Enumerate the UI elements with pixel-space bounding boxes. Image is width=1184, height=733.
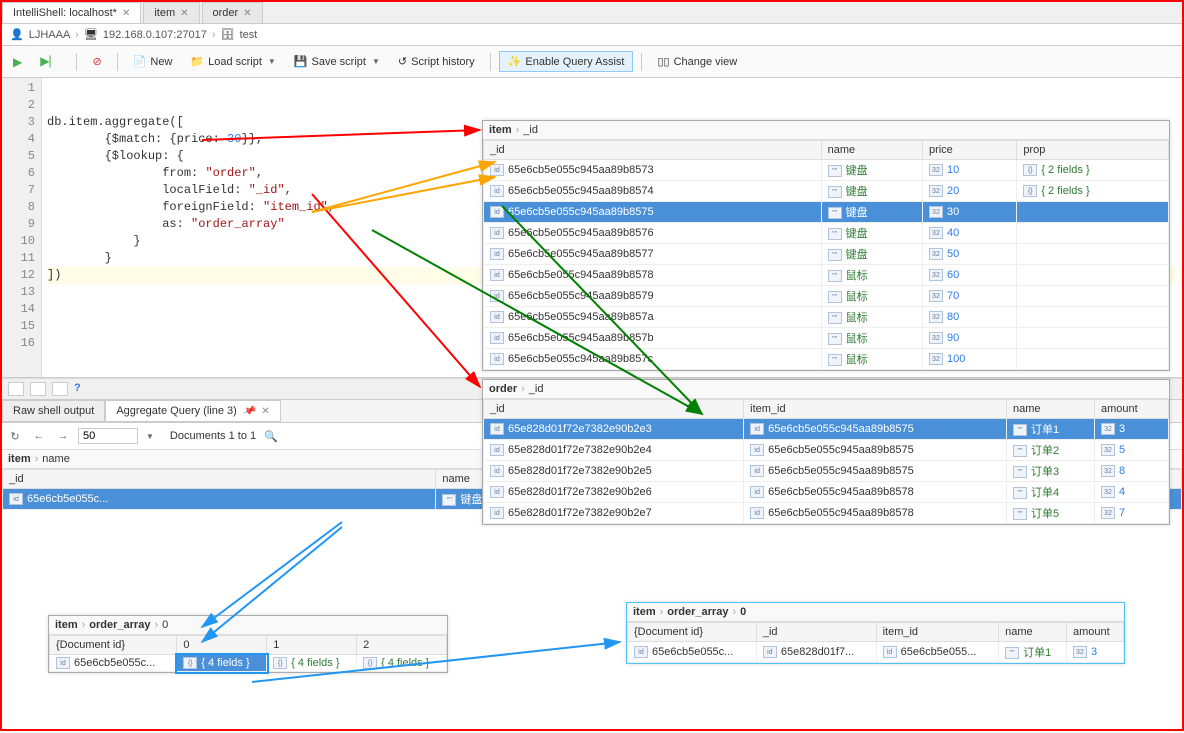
change-view-button[interactable]: ▯▯Change view xyxy=(650,51,744,72)
host-icon: 🖥 xyxy=(84,28,98,41)
table-row[interactable]: id65e6cb5e055c945aa89b8576""键盘3240 xyxy=(484,223,1169,244)
table-row[interactable]: id65e828d01f72e7382e90b2e7id65e6cb5e055c… xyxy=(484,503,1169,524)
history-icon: ↺ xyxy=(398,55,407,68)
stop-button[interactable]: ⊘ xyxy=(85,51,108,72)
close-icon[interactable]: ✕ xyxy=(122,8,130,19)
table-row[interactable]: id65e6cb5e055c945aa89b857c""鼠标32100 xyxy=(484,349,1169,370)
folder-icon: 📁 xyxy=(190,55,204,68)
file-tabs: IntelliShell: localhost*✕ item✕ order✕ xyxy=(2,2,1182,24)
host: 192.168.0.107:27017 xyxy=(103,29,207,41)
table-row[interactable]: id65e828d01f72e7382e90b2e6id65e6cb5e055c… xyxy=(484,482,1169,503)
table-row[interactable]: id65e6cb5e055c945aa89b857a""鼠标3280 xyxy=(484,307,1169,328)
save-icon: 💾 xyxy=(294,55,308,68)
close-icon[interactable]: ✕ xyxy=(243,8,251,19)
order-table: _iditem_idnameamount id65e828d01f72e7382… xyxy=(483,399,1169,524)
table-row[interactable]: id65e6cb5e055c945aa89b857b""鼠标3290 xyxy=(484,328,1169,349)
stop-icon: ⊘ xyxy=(92,55,101,68)
run-step-button[interactable]: ▶⎸ xyxy=(33,50,68,73)
id-icon: id xyxy=(9,493,23,505)
pin-icon[interactable]: 📌 xyxy=(241,404,256,419)
table-row[interactable]: id65e6cb5e055c... id65e828d01f7... id65e… xyxy=(628,642,1124,663)
str-icon: "" xyxy=(1005,647,1019,659)
username: LJHAAA xyxy=(29,29,71,41)
table-row[interactable]: id65e828d01f72e7382e90b2e3id65e6cb5e055c… xyxy=(484,419,1169,440)
str-icon: "" xyxy=(442,494,456,506)
layout-icon: ▯▯ xyxy=(657,55,669,68)
obj-icon: {} xyxy=(273,657,287,669)
id-icon: id xyxy=(634,646,648,658)
panel-order: order›_id _iditem_idnameamount id65e828d… xyxy=(482,379,1170,525)
orderarray-table: {Document id}012 id65e6cb5e055c... {}{ 4… xyxy=(49,635,447,672)
user-icon: 👤 xyxy=(10,28,24,41)
prev-page-icon[interactable]: ← xyxy=(30,427,48,445)
table-row[interactable]: id65e6cb5e055c945aa89b8579""鼠标3270 xyxy=(484,286,1169,307)
doc-count: Documents 1 to 1 xyxy=(170,430,256,442)
play-icon: ▶ xyxy=(13,55,22,69)
id-icon: id xyxy=(56,657,70,669)
view-mode3-icon[interactable] xyxy=(52,382,68,396)
chevron-down-icon[interactable]: ▼ xyxy=(146,432,154,441)
table-row[interactable]: id65e6cb5e055c945aa89b8578""鼠标3260 xyxy=(484,265,1169,286)
table-row[interactable]: id65e828d01f72e7382e90b2e4id65e6cb5e055c… xyxy=(484,440,1169,461)
close-icon[interactable]: ✕ xyxy=(180,8,188,19)
view-mode2-icon[interactable] xyxy=(30,382,46,396)
order-breadcrumb: order›_id xyxy=(483,380,1169,399)
file-icon: 📄 xyxy=(133,55,147,68)
chevron-down-icon: ▼ xyxy=(372,57,380,66)
close-icon[interactable]: ✕ xyxy=(261,406,269,417)
panel-order-array: item›order_array›0 {Document id}012 id65… xyxy=(48,615,448,673)
orderarray-breadcrumb: item›order_array›0 xyxy=(49,616,447,635)
table-row[interactable]: id65e6cb5e055c945aa89b8575""键盘3230 xyxy=(484,202,1169,223)
db-icon: 🗄 xyxy=(221,28,235,41)
tab-aggregate-query[interactable]: Aggregate Query (line 3) 📌✕ xyxy=(105,400,280,422)
table-row[interactable]: id65e6cb5e055c... {}{ 4 fields } {}{ 4 f… xyxy=(50,655,447,672)
connection-breadcrumb: 👤 LJHAAA › 🖥 192.168.0.107:27017 › 🗄 tes… xyxy=(2,24,1182,46)
table-row[interactable]: id65e6cb5e055c945aa89b8573""键盘3210{}{ 2 … xyxy=(484,160,1169,181)
help-icon[interactable]: ? xyxy=(74,382,81,396)
toolbar: ▶ ▶⎸ ⊘ 📄New 📁Load script▼ 💾Save script▼ … xyxy=(2,46,1182,78)
num-icon: 32 xyxy=(1073,646,1087,658)
item-table: _idnamepriceprop id65e6cb5e055c945aa89b8… xyxy=(483,140,1169,370)
panel-item: item›_id _idnamepriceprop id65e6cb5e055c… xyxy=(482,120,1170,371)
table-row[interactable]: id65e828d01f72e7382e90b2e5id65e6cb5e055c… xyxy=(484,461,1169,482)
table-row[interactable]: id65e6cb5e055c945aa89b8577""键盘3250 xyxy=(484,244,1169,265)
script-history-button[interactable]: ↺Script history xyxy=(391,51,482,72)
view-mode-icon[interactable] xyxy=(8,382,24,396)
obj-icon: {} xyxy=(183,657,197,669)
tab-item[interactable]: item✕ xyxy=(143,2,199,23)
orderarray0-table: {Document id}_iditem_idnameamount id65e6… xyxy=(627,622,1124,663)
chevron-down-icon: ▼ xyxy=(268,57,276,66)
search-icon[interactable]: 🔍 xyxy=(262,427,280,445)
run-button[interactable]: ▶ xyxy=(6,51,29,73)
obj-icon: {} xyxy=(363,657,377,669)
wand-icon: ✨ xyxy=(508,55,522,68)
tab-order[interactable]: order✕ xyxy=(202,2,263,23)
id-icon: id xyxy=(763,646,777,658)
refresh-icon[interactable]: ↻ xyxy=(6,427,24,445)
query-assist-button[interactable]: ✨Enable Query Assist xyxy=(499,51,634,72)
item-breadcrumb: item›_id xyxy=(483,121,1169,140)
database: test xyxy=(240,29,258,41)
orderarray0-breadcrumb: item›order_array›0 xyxy=(627,603,1124,622)
new-button[interactable]: 📄New xyxy=(126,51,180,72)
tab-raw-output[interactable]: Raw shell output xyxy=(2,400,105,422)
line-gutter: 12345678910111213141516 xyxy=(2,78,42,377)
limit-input[interactable] xyxy=(78,428,138,444)
table-row[interactable]: id65e6cb5e055c945aa89b8574""键盘3220{}{ 2 … xyxy=(484,181,1169,202)
play-step-icon: ▶⎸ xyxy=(40,54,61,69)
panel-order-array-detail: item›order_array›0 {Document id}_iditem_… xyxy=(626,602,1125,664)
save-script-button[interactable]: 💾Save script▼ xyxy=(287,51,387,72)
id-icon: id xyxy=(883,646,897,658)
next-page-icon[interactable]: → xyxy=(54,427,72,445)
load-script-button[interactable]: 📁Load script▼ xyxy=(183,51,282,72)
tab-intellishell[interactable]: IntelliShell: localhost*✕ xyxy=(2,2,141,23)
